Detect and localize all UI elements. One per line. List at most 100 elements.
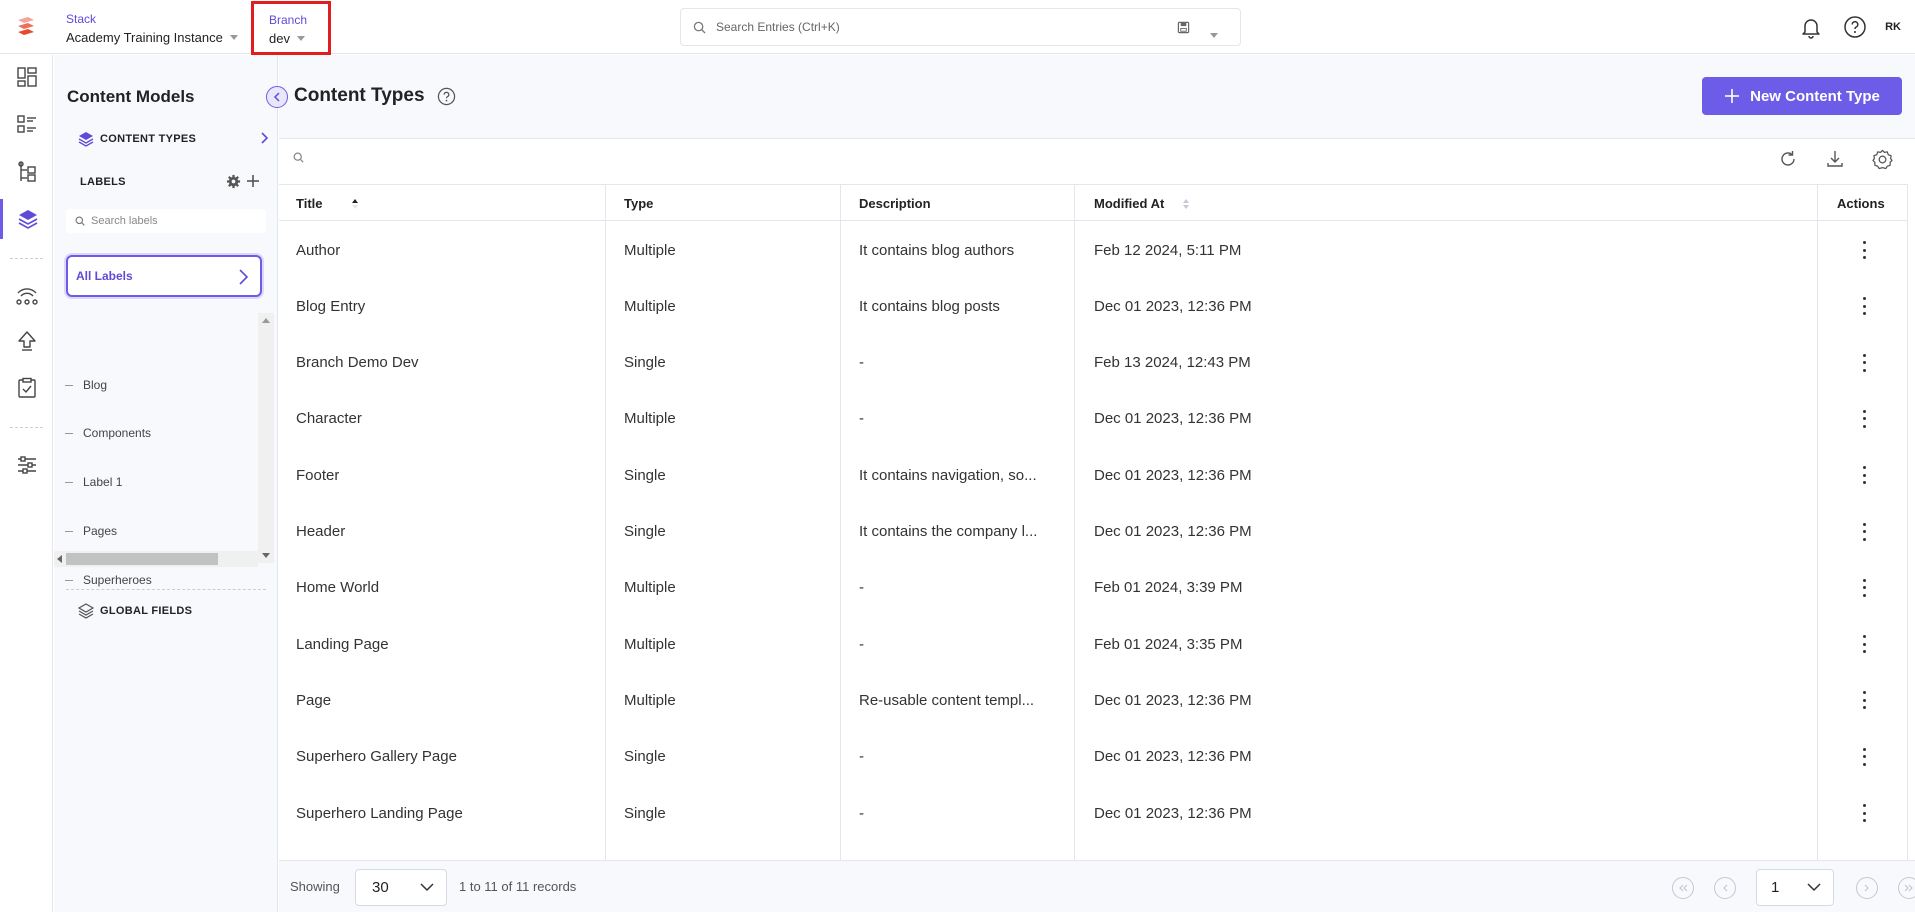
table-row[interactable]: Header Single It contains the company l...… [279,504,1915,560]
cell-title[interactable]: Footer [296,447,339,503]
table-row[interactable]: Landing Page Multiple - Feb 01 2024, 3:35 P… [279,616,1915,672]
cell-type: Multiple [624,691,676,709]
notifications-bell-icon[interactable] [1797,13,1825,41]
column-title-text: Title [296,196,323,211]
table-row[interactable]: Branch Demo Dev Single - Feb 13 2024, 12:43… [279,335,1915,391]
column-header-title[interactable]: Title [296,185,359,222]
help-icon[interactable] [1841,13,1869,41]
row-actions-kebab-icon[interactable] [1854,522,1874,542]
scrollbar-thumb[interactable] [66,553,218,565]
label-item[interactable]: Label 1 [65,472,122,492]
page-title-text: Content Types [294,85,425,106]
entries-list-icon[interactable] [0,104,53,144]
help-icon[interactable] [437,87,456,106]
global-fields-link[interactable]: GLOBAL FIELDS [78,603,192,619]
cell-modified-at: Dec 01 2023, 12:36 PM [1094,523,1252,540]
left-nav-rail [0,55,53,912]
branch-name: dev [269,31,290,46]
branch-selector[interactable]: Branch dev [251,1,331,55]
cell-title[interactable]: Author [296,222,340,278]
page-number-select[interactable]: 1 [1756,869,1834,906]
content-types-link[interactable]: CONTENT TYPES [78,127,268,151]
label-item[interactable]: Blog [65,375,107,395]
user-avatar[interactable]: RK [1885,21,1901,33]
add-label-plus-icon[interactable] [246,174,260,188]
export-download-icon[interactable] [1821,145,1849,173]
page-title: Content Types [294,85,456,107]
table-row[interactable]: Footer Single It contains navigation, so..… [279,447,1915,503]
cell-title[interactable]: Blog Entry [296,278,365,334]
column-header-actions: Actions [1837,185,1885,222]
stack-selector[interactable]: Stack Academy Training Instance [66,12,238,45]
current-page-value: 1 [1771,879,1780,896]
first-page-icon[interactable] [1672,876,1694,899]
cell-modified-at: Dec 01 2023, 12:36 PM [1094,297,1252,315]
label-list-vertical-scrollbar[interactable] [258,313,274,563]
table-row[interactable]: Superhero Gallery Page Single - Dec 01 2023… [279,729,1915,785]
row-actions-kebab-icon[interactable] [1854,353,1874,373]
last-page-icon[interactable] [1898,876,1915,899]
cell-title[interactable]: Landing Page [296,616,389,672]
page-size-select[interactable]: 30 [355,869,447,906]
sort-icon[interactable] [1182,198,1190,210]
cell-title[interactable]: Superhero Landing Page [296,785,463,841]
label-item[interactable]: Superheroes [65,570,152,590]
new-content-type-button[interactable]: New Content Type [1702,77,1902,115]
cell-title[interactable]: Home World [296,560,379,616]
cell-description: - [859,579,864,597]
settings-sliders-icon[interactable] [0,445,53,485]
table-settings-gear-icon[interactable] [1868,145,1896,173]
saved-search-icon[interactable] [1177,21,1190,34]
cell-title[interactable]: Branch Demo Dev [296,335,419,391]
label-search-box[interactable] [66,209,266,233]
chevron-down-icon [420,883,434,892]
cell-title[interactable]: Character [296,391,362,447]
row-actions-kebab-icon[interactable] [1854,690,1874,710]
row-actions-kebab-icon[interactable] [1854,578,1874,598]
row-actions-kebab-icon[interactable] [1854,296,1874,316]
collapse-panel-button[interactable] [266,86,288,108]
sort-ascending-icon[interactable] [351,198,359,210]
table-row[interactable]: Home World Multiple - Feb 01 2024, 3:39 PM [279,560,1915,616]
cell-description: - [859,410,864,428]
label-item[interactable]: Components [65,423,151,443]
cell-title[interactable]: Header [296,504,345,560]
row-actions-kebab-icon[interactable] [1854,240,1874,260]
search-options-caret-icon[interactable] [1207,25,1218,43]
row-actions-kebab-icon[interactable] [1854,409,1874,429]
label-list-horizontal-scrollbar[interactable] [54,551,258,567]
deployments-icon[interactable] [0,274,53,314]
dashboard-icon[interactable] [0,57,53,97]
refresh-icon[interactable] [1774,145,1802,173]
row-actions-kebab-icon[interactable] [1854,465,1874,485]
previous-page-icon[interactable] [1714,876,1736,899]
table-row[interactable]: Author Multiple It contains blog authors Fe… [279,222,1915,278]
manage-labels-gear-icon[interactable] [226,174,241,189]
label-item[interactable]: Pages [65,521,117,541]
cell-title[interactable]: Superhero Gallery Page [296,729,457,785]
all-labels-item[interactable]: All Labels [66,255,262,297]
table-row[interactable]: Blog Entry Multiple It contains blog posts… [279,278,1915,334]
cell-title[interactable]: Page [296,672,331,728]
global-search-input[interactable]: Search Entries (Ctrl+K) [680,8,1241,46]
row-actions-kebab-icon[interactable] [1854,634,1874,654]
table-vertical-scrollbar[interactable] [1907,184,1915,860]
table-search-icon[interactable] [293,152,304,163]
column-header-description[interactable]: Description [859,185,931,222]
next-page-icon[interactable] [1856,876,1878,899]
publish-queue-icon[interactable] [0,321,53,361]
contentstack-logo[interactable] [14,14,38,38]
content-models-layers-icon[interactable] [0,199,53,239]
row-actions-kebab-icon[interactable] [1854,803,1874,823]
cell-description: It contains blog authors [859,241,1015,259]
column-header-modified-at[interactable]: Modified At [1094,185,1190,222]
table-row[interactable]: Page Multiple Re-usable content templ... De… [279,672,1915,728]
cell-description: It contains the company l... [859,523,1038,540]
row-actions-kebab-icon[interactable] [1854,747,1874,767]
tasks-clipboard-icon[interactable] [0,368,53,408]
assets-tree-icon[interactable] [0,152,53,192]
table-row[interactable]: Character Multiple - Dec 01 2023, 12:36 PM [279,391,1915,447]
column-header-type[interactable]: Type [624,185,653,222]
table-row[interactable]: Superhero Landing Page Single - Dec 01 2023… [279,785,1915,841]
label-search-input[interactable] [91,215,251,227]
